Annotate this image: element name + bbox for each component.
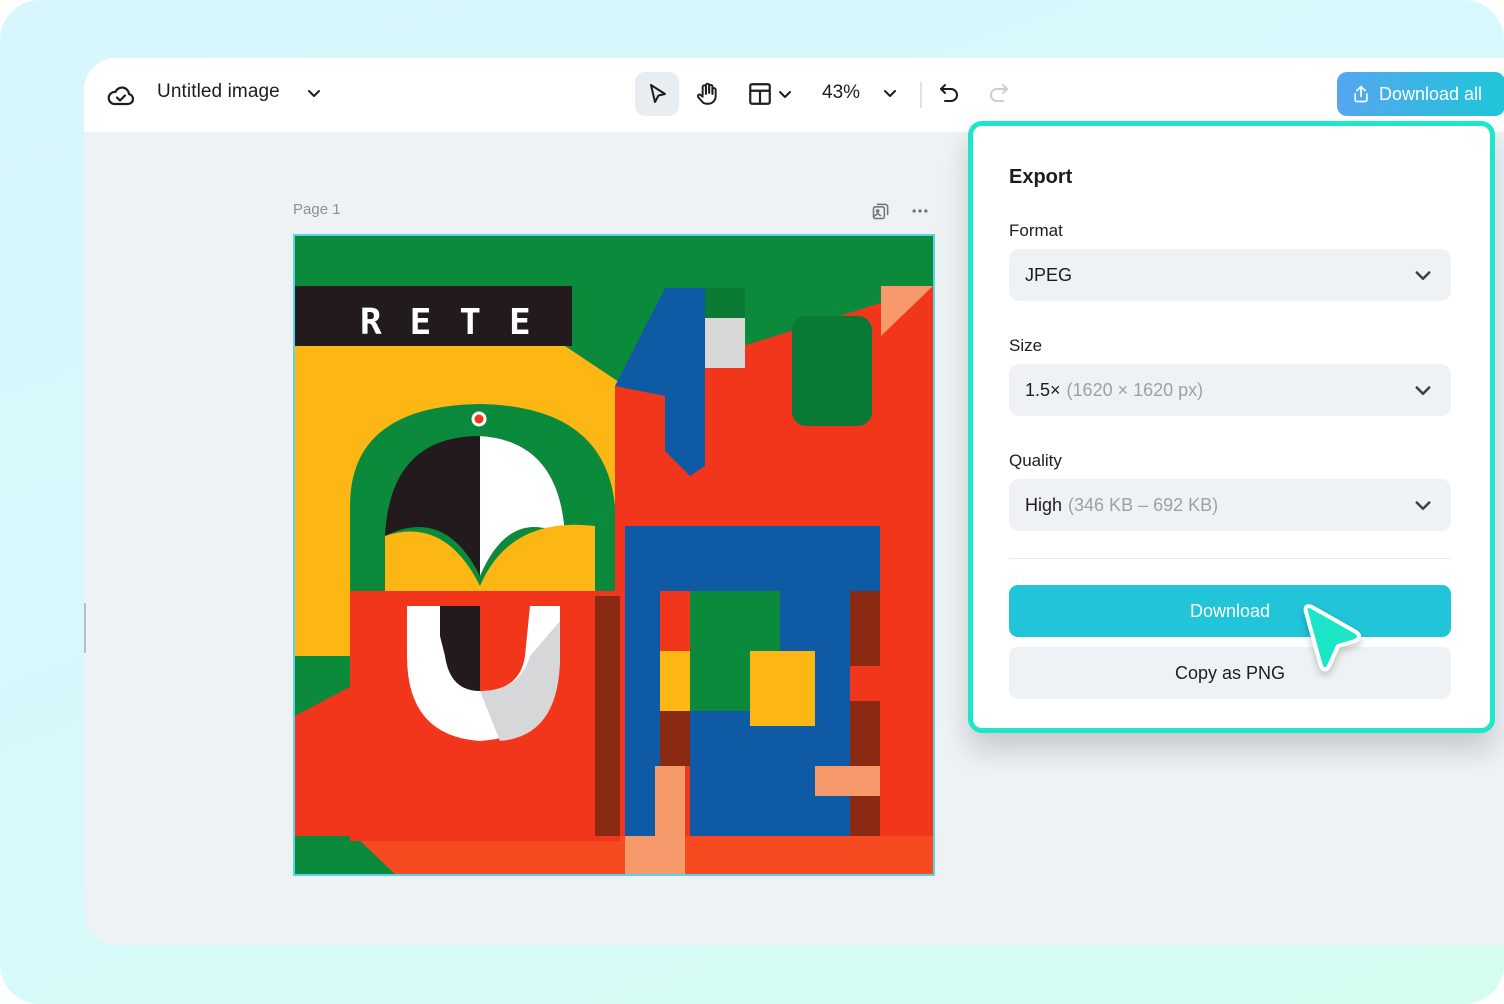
copy-as-png-button[interactable]: Copy as PNG [1009,647,1451,699]
chevron-down-icon [1415,386,1431,395]
more-horizontal-icon[interactable] [908,200,932,222]
export-panel: Export Format JPEG Size 1.5× (1620 × 162… [968,121,1495,733]
quality-value: High [1025,494,1063,515]
select-tool-button[interactable] [635,72,679,116]
export-title: Export [1009,166,1073,188]
size-select[interactable]: 1.5× (1620 × 1620 px) [1009,364,1451,416]
redo-icon[interactable] [984,78,1014,108]
layout-menu-button[interactable] [744,76,796,112]
download-all-label: Download all [1379,83,1483,104]
layout-panel-icon [749,83,771,105]
format-value: JPEG [1025,264,1073,285]
size-value: 1.5× [1025,379,1061,400]
toolbar-divider [920,82,922,108]
hand-tool-button[interactable] [685,72,729,116]
undo-icon[interactable] [934,78,964,108]
image-canvas[interactable]: RETE [293,234,935,876]
chevron-down-icon[interactable] [304,83,324,103]
duplicate-image-icon[interactable] [870,200,892,222]
generated-artwork: RETE [295,236,933,874]
artwork-text: RETE [360,302,559,343]
chevron-down-icon [1415,271,1431,280]
format-select[interactable]: JPEG [1009,249,1451,301]
quality-select[interactable]: High (346 KB – 692 KB) [1009,479,1451,531]
size-label: Size [1009,336,1043,355]
background: Untitled image 43% Download all Page 1 R… [0,0,1504,1004]
hand-icon [696,82,717,105]
zoom-chevron-down-icon[interactable] [880,83,900,103]
download-button[interactable]: Download [1009,585,1451,637]
panel-divider [1009,558,1451,559]
download-all-button[interactable]: Download all [1337,72,1504,116]
quality-detail: (346 KB – 692 KB) [1068,494,1219,515]
share-upload-icon [1354,85,1368,103]
sidebar-resize-handle[interactable] [84,603,86,653]
quality-label: Quality [1009,451,1062,470]
zoom-level[interactable]: 43% [822,82,860,104]
format-label: Format [1009,221,1063,240]
chevron-down-icon [779,91,791,98]
cloud-check-icon[interactable] [106,80,136,110]
size-detail: (1620 × 1620 px) [1066,379,1204,400]
page-label: Page 1 [293,201,341,218]
pointer-arrow-icon [650,84,666,103]
document-title[interactable]: Untitled image [157,81,280,103]
chevron-down-icon [1415,501,1431,510]
